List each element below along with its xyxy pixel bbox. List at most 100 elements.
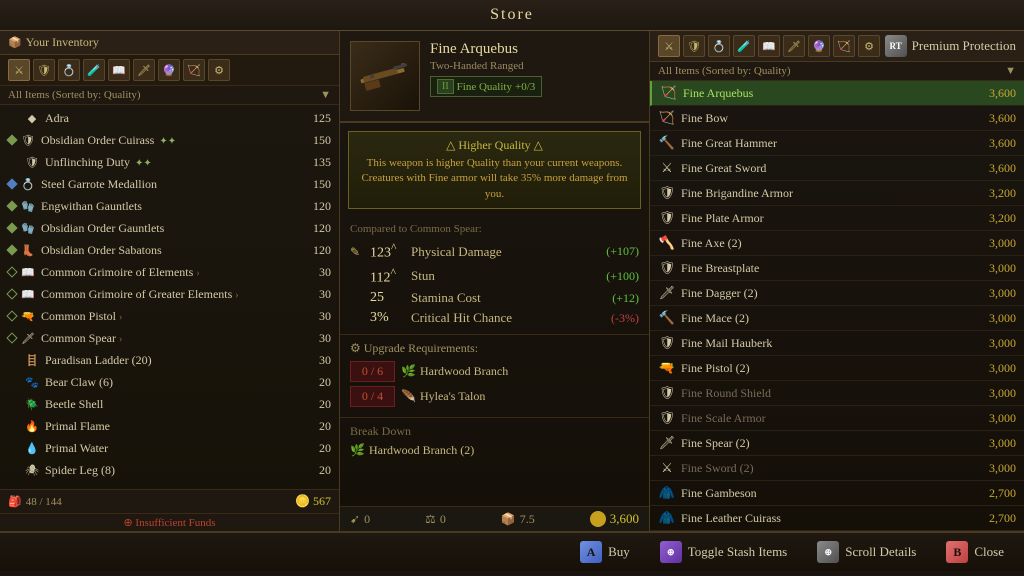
store-item-icon: 🔨 bbox=[658, 309, 676, 327]
filter-accessory[interactable]: 💍 bbox=[58, 59, 80, 81]
list-item[interactable]: 🧤 Obsidian Order Gauntlets 120 bbox=[0, 217, 339, 239]
store-item-icon: 🛡 bbox=[658, 334, 676, 352]
buy-label: Buy bbox=[608, 544, 630, 560]
left-panel: 📦 Your Inventory ⚔ 🛡 💍 🧪 📖 🗡 🔮 🏹 ⚙ All I… bbox=[0, 31, 340, 531]
buy-action[interactable]: A Buy bbox=[580, 541, 630, 563]
left-icon-row: ⚔ 🛡 💍 🧪 📖 🗡 🔮 🏹 ⚙ bbox=[0, 55, 339, 86]
list-item[interactable]: 🐾 Bear Claw (6) 20 bbox=[0, 371, 339, 393]
scroll-details-action[interactable]: ⊕ Scroll Details bbox=[817, 541, 916, 563]
list-item[interactable]: ◆ Adra 125 bbox=[0, 107, 339, 129]
premium-protection: RT Premium Protection bbox=[885, 35, 1016, 57]
insufficient-funds: ⊕ Insufficient Funds bbox=[0, 513, 339, 531]
center-footer: ➹ 0 ⚖ 0 📦 7.5 3,600 bbox=[340, 506, 649, 531]
store-item-icon: 🗡 bbox=[658, 284, 676, 302]
store-item[interactable]: 🛡 Fine Breastplate 3,000 bbox=[650, 256, 1024, 281]
item-icon: ◆ bbox=[24, 110, 40, 126]
filter-ranged[interactable]: 🏹 bbox=[183, 59, 205, 81]
r-filter-ranged[interactable]: 🏹 bbox=[833, 35, 855, 57]
store-item[interactable]: 🛡 Fine Brigandine Armor 3,200 bbox=[650, 181, 1024, 206]
close-action[interactable]: B Close bbox=[946, 541, 1004, 563]
filter-grimoire[interactable]: 📖 bbox=[108, 59, 130, 81]
quality-diamond bbox=[6, 134, 17, 145]
breakdown-title: Break Down bbox=[350, 424, 639, 439]
stat-icon: ✎ bbox=[350, 245, 364, 259]
list-item[interactable]: 🔥 Primal Flame 20 bbox=[0, 415, 339, 437]
filter-misc[interactable]: 🔮 bbox=[158, 59, 180, 81]
r-filter-grimoire[interactable]: 📖 bbox=[758, 35, 780, 57]
filter-consumable[interactable]: 🧪 bbox=[83, 59, 105, 81]
list-item[interactable]: 🛡 Unflinching Duty ✦✦ 135 bbox=[0, 151, 339, 173]
hardwood-icon: 🌿 bbox=[401, 364, 416, 379]
premium-btn: RT bbox=[885, 35, 907, 57]
hylea-icon: 🪶 bbox=[401, 389, 416, 404]
filter-armor[interactable]: 🛡 bbox=[33, 59, 55, 81]
list-item[interactable]: 🪲 Beetle Shell 20 bbox=[0, 393, 339, 415]
list-item[interactable]: 🧤 Engwithan Gauntlets 120 bbox=[0, 195, 339, 217]
sort-chevron[interactable]: ▼ bbox=[320, 89, 331, 101]
item-list[interactable]: ◆ Adra 125 🛡 Obsidian Order Cuirass ✦✦ 1… bbox=[0, 105, 339, 489]
item-type: Two-Handed Ranged bbox=[430, 60, 639, 72]
store-item[interactable]: 🛡 Fine Round Shield 3,000 bbox=[650, 381, 1024, 406]
filter-all[interactable]: ⚔ bbox=[8, 59, 30, 81]
store-item-icon: 🛡 bbox=[658, 209, 676, 227]
inventory-title: Your Inventory bbox=[26, 35, 99, 50]
list-item[interactable]: 📖 Common Grimoire of Elements › 30 bbox=[0, 261, 339, 283]
list-item[interactable]: 👢 Obsidian Order Sabatons 120 bbox=[0, 239, 339, 261]
store-item[interactable]: 🛡 Fine Mail Hauberk 3,000 bbox=[650, 331, 1024, 356]
store-item-icon: 🏹 bbox=[658, 109, 676, 127]
weight-value: 0 bbox=[440, 512, 446, 527]
store-item[interactable]: 🪓 Fine Axe (2) 3,000 bbox=[650, 231, 1024, 256]
store-item[interactable]: 🔨 Fine Great Hammer 3,600 bbox=[650, 131, 1024, 156]
store-item[interactable]: 🗡 Fine Dagger (2) 3,000 bbox=[650, 281, 1024, 306]
quality-diamond bbox=[6, 200, 17, 211]
list-item[interactable]: 🔫 Common Pistol › 30 bbox=[0, 305, 339, 327]
r-filter-accessory[interactable]: 💍 bbox=[708, 35, 730, 57]
list-item[interactable]: 🕷 Spider Leg (8) 20 bbox=[0, 459, 339, 481]
item-icon: 💧 bbox=[24, 440, 40, 456]
store-item[interactable]: 🗡 Fine Spear (2) 3,000 bbox=[650, 431, 1024, 456]
r-filter-upgrade[interactable]: ⚙ bbox=[858, 35, 880, 57]
sort-arrow[interactable]: ▼ bbox=[1005, 65, 1016, 77]
top-bar: Store bbox=[0, 0, 1024, 31]
r-filter-misc[interactable]: 🔮 bbox=[808, 35, 830, 57]
list-item[interactable]: 🛡 Obsidian Order Cuirass ✦✦ 150 bbox=[0, 129, 339, 151]
r-filter-consumable[interactable]: 🧪 bbox=[733, 35, 755, 57]
store-item[interactable]: ⚔ Fine Sword (2) 3,000 bbox=[650, 456, 1024, 481]
store-item-icon: 🪓 bbox=[658, 234, 676, 252]
item-icon: 🕷 bbox=[24, 462, 40, 478]
price-tag: 3,600 bbox=[590, 511, 639, 527]
toggle-stash-action[interactable]: ⊕ Toggle Stash Items bbox=[660, 541, 787, 563]
store-item[interactable]: 🔨 Fine Mace (2) 3,000 bbox=[650, 306, 1024, 331]
quality-diamond bbox=[6, 266, 17, 277]
store-item[interactable]: ⚔ Fine Great Sword 3,600 bbox=[650, 156, 1024, 181]
list-item[interactable]: 💧 Primal Water 20 bbox=[0, 437, 339, 459]
filter-weapon[interactable]: 🗡 bbox=[133, 59, 155, 81]
r-filter-weapon[interactable]: 🗡 bbox=[783, 35, 805, 57]
r-filter-armor[interactable]: 🛡 bbox=[683, 35, 705, 57]
store-item[interactable]: 🔫 Fine Pistol (2) 3,000 bbox=[650, 356, 1024, 381]
store-item[interactable]: 🧥 Fine Gambeson 2,700 bbox=[650, 481, 1024, 506]
x-button: ⊕ bbox=[660, 541, 682, 563]
store-item-icon: 🔫 bbox=[658, 359, 676, 377]
quality-diamond bbox=[6, 288, 17, 299]
item-image bbox=[350, 41, 420, 111]
store-item[interactable]: 🏹 Fine Arquebus 3,600 bbox=[650, 81, 1024, 106]
store-item[interactable]: 🛡 Fine Plate Armor 3,200 bbox=[650, 206, 1024, 231]
item-price: 3,600 bbox=[610, 511, 639, 527]
list-item[interactable]: 🗡 Common Spear › 30 bbox=[0, 327, 339, 349]
compare-label: Compared to Common Spear: bbox=[350, 223, 639, 235]
store-title: Store bbox=[490, 6, 534, 23]
item-icon: 🔥 bbox=[24, 418, 40, 434]
gold-display: 🪙 567 bbox=[295, 494, 331, 509]
filter-upgrade[interactable]: ⚙ bbox=[208, 59, 230, 81]
store-list[interactable]: 🏹 Fine Arquebus 3,600 🏹 Fine Bow 3,600 🔨… bbox=[650, 81, 1024, 531]
store-item[interactable]: 🏹 Fine Bow 3,600 bbox=[650, 106, 1024, 131]
stat-row-stamina: 25 Stamina Cost (+12) bbox=[350, 288, 639, 308]
store-item[interactable]: 🛡 Fine Scale Armor 3,000 bbox=[650, 406, 1024, 431]
list-item[interactable]: 💍 Steel Garrote Medallion 150 bbox=[0, 173, 339, 195]
weight-icon: ⚖ bbox=[425, 512, 436, 527]
list-item[interactable]: 📖 Common Grimoire of Greater Elements › … bbox=[0, 283, 339, 305]
r-filter-all[interactable]: ⚔ bbox=[658, 35, 680, 57]
store-item[interactable]: 🧥 Fine Leather Cuirass 2,700 bbox=[650, 506, 1024, 531]
list-item[interactable]: 🪜 Paradisan Ladder (20) 30 bbox=[0, 349, 339, 371]
